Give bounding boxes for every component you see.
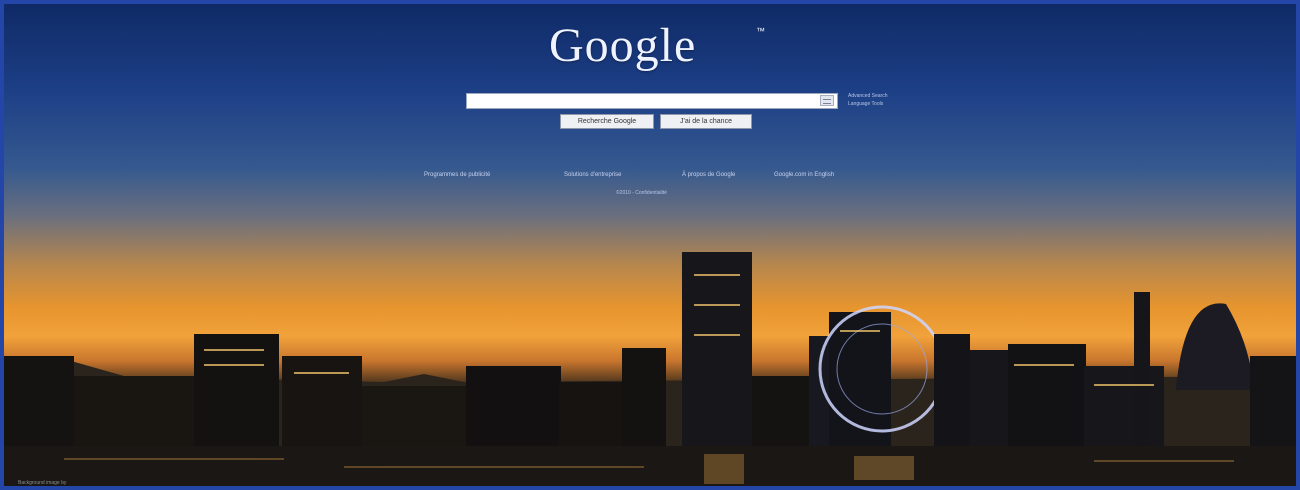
city-skyline-image: [4, 252, 1296, 486]
copyright-text: ©2010 - Confidentialité: [616, 190, 667, 196]
footer-link-advertising[interactable]: Programmes de publicité: [424, 172, 490, 178]
keyboard-icon[interactable]: [820, 95, 834, 106]
language-tools-link[interactable]: Language Tools: [848, 100, 887, 108]
google-search-button[interactable]: Recherche Google: [560, 114, 654, 129]
footer-link-about[interactable]: À propos de Google: [682, 172, 735, 178]
trademark-mark: ™: [756, 26, 765, 36]
feeling-lucky-button[interactable]: J'ai de la chance: [660, 114, 752, 129]
side-links: Advanced Search Language Tools: [848, 92, 887, 108]
background-credit-link[interactable]: Background image by: [18, 480, 66, 486]
footer-link-business[interactable]: Solutions d'entreprise: [564, 172, 622, 178]
search-input[interactable]: [466, 93, 838, 109]
browser-viewport: Google ™ Advanced Search Language Tools …: [0, 0, 1300, 490]
google-logo: Google: [549, 19, 697, 72]
footer-link-english[interactable]: Google.com in English: [774, 172, 834, 178]
advanced-search-link[interactable]: Advanced Search: [848, 92, 887, 100]
